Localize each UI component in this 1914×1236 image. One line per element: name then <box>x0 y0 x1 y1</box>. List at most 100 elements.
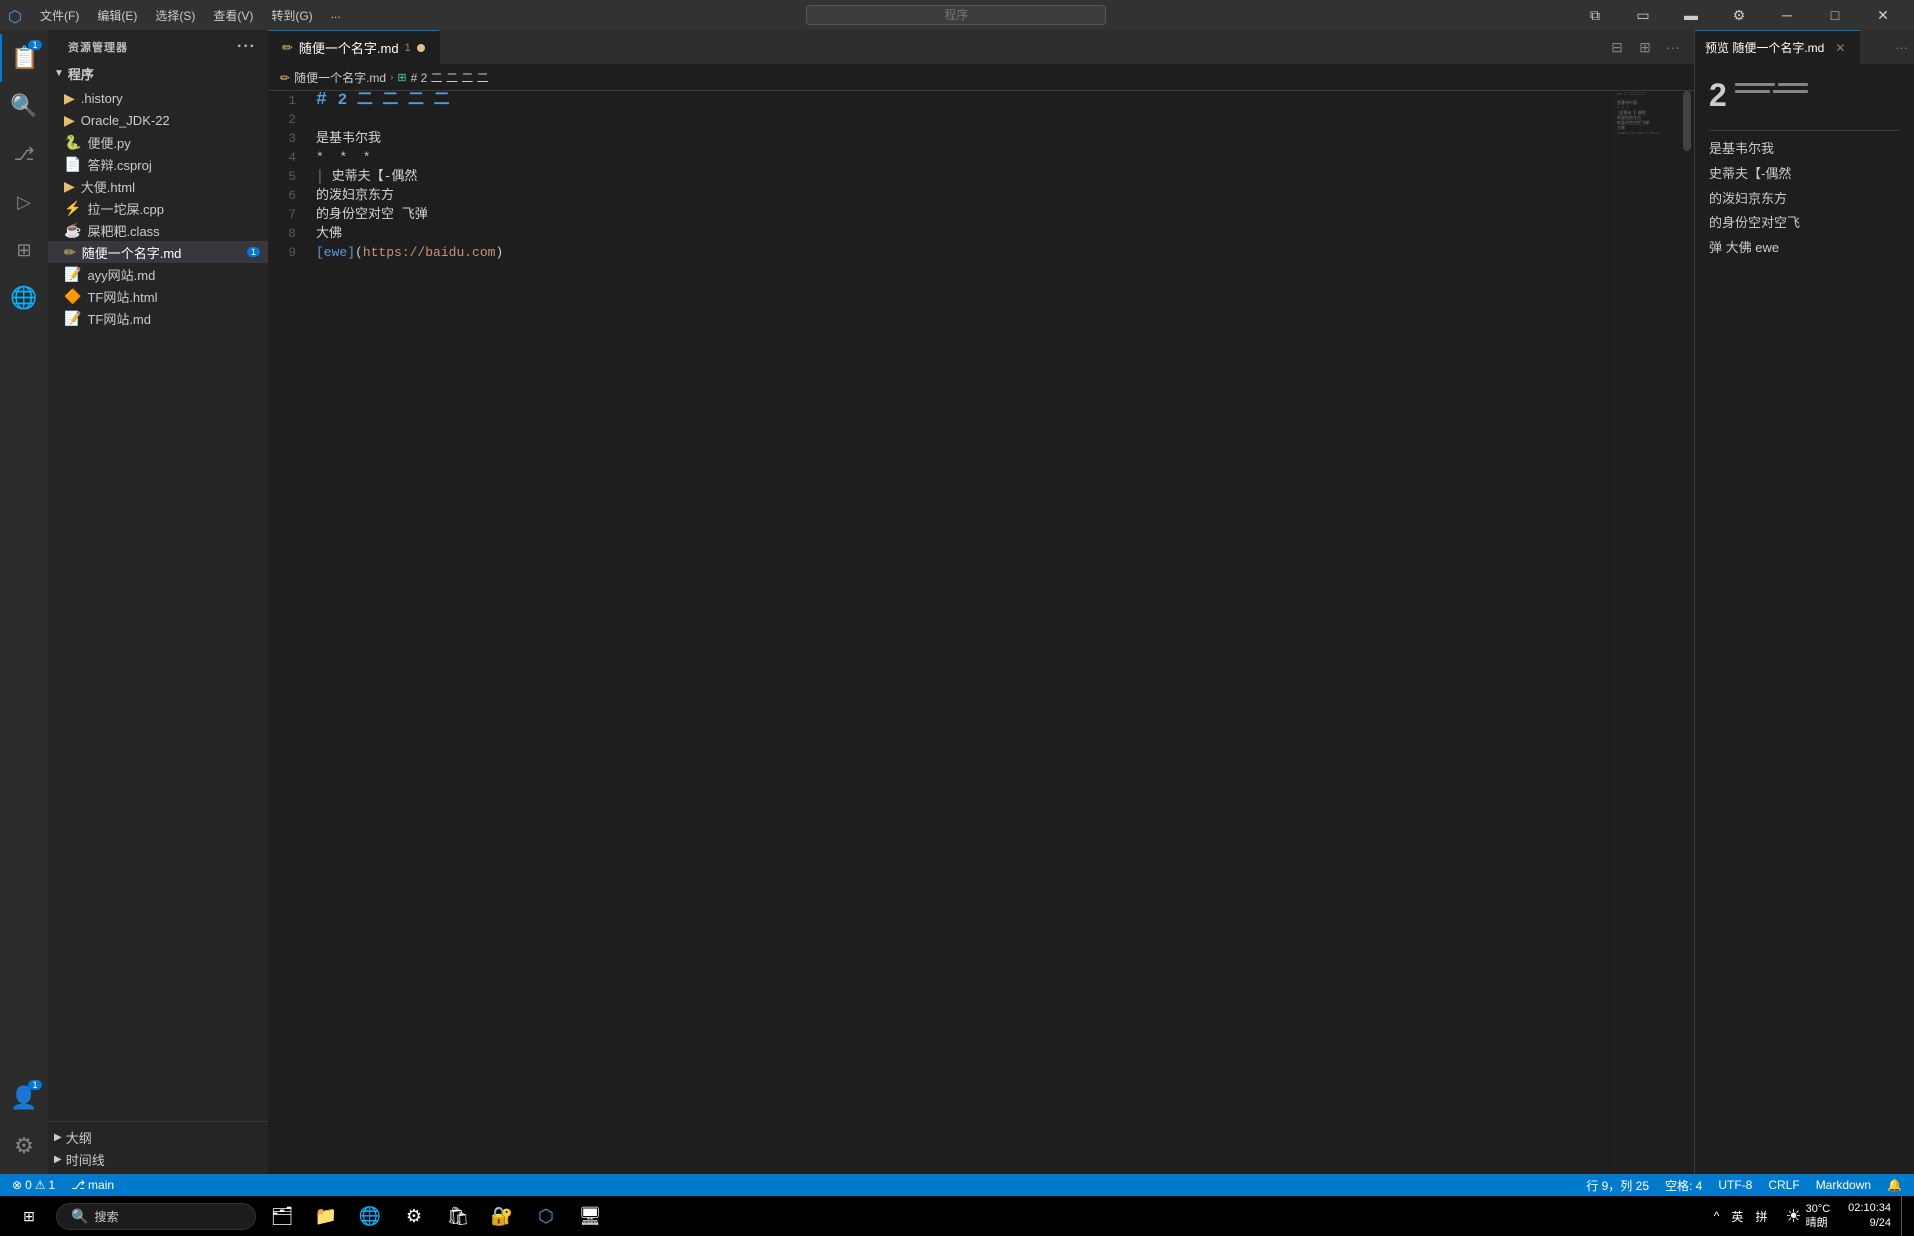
more-tabs-btn[interactable]: ··· <box>1660 34 1686 60</box>
line-ending-text: CRLF <box>1768 1178 1799 1192</box>
split-editor-btn[interactable]: ⊟ <box>1604 34 1630 60</box>
taskbar-edge-icon[interactable]: 🌐 <box>350 1196 390 1236</box>
window-split-btn[interactable]: ▭ <box>1620 0 1666 30</box>
activity-explorer[interactable]: 📋 1 <box>0 34 48 82</box>
taskbar-auth-icon[interactable]: 🔐 <box>482 1196 522 1236</box>
tab-bar: ✏ 随便一个名字.md 1 ⊟ ⊞ ··· <box>268 30 1694 65</box>
activity-search[interactable]: 🔍 <box>0 82 48 130</box>
titlebar: ⬡ 文件(F) 编辑(E) 选择(S) 查看(V) 转到(G) ... ⧉ ▭ … <box>0 0 1914 30</box>
menu-file[interactable]: 文件(F) <box>32 5 87 26</box>
taskbar-explorer-icon[interactable]: 📁 <box>306 1196 346 1236</box>
file-item-tfmd[interactable]: 📝 TF网站.md <box>48 307 268 329</box>
activity-extensions[interactable]: ⊞ <box>0 226 48 274</box>
sidebar-timeline[interactable]: ▶ 时间线 <box>48 1148 268 1170</box>
status-branch[interactable]: ⎇ main <box>67 1174 118 1196</box>
breadcrumb-file[interactable]: 随便一个名字.md <box>294 69 386 86</box>
window-layout-btn[interactable]: ⧉ <box>1572 0 1618 30</box>
menu-goto[interactable]: 转到(G) <box>263 5 320 26</box>
indent-text: 空格: 4 <box>1665 1177 1702 1194</box>
code-line-1: # 2 二 二 二 二 <box>316 91 1614 110</box>
file-name-oracle: Oracle_JDK-22 <box>81 113 260 128</box>
warning-count: 1 <box>49 1178 56 1192</box>
code-line-9: [ewe](https://baidu.com) <box>316 243 1614 262</box>
file-item-tfhtml[interactable]: 🔶 TF网站.html <box>48 285 268 307</box>
menu-more[interactable]: ... <box>323 5 349 26</box>
line-num-1: 1 <box>276 91 300 110</box>
editor-content[interactable]: 1 2 3 4 5 6 7 8 9 # 2 二 二 二 二 是基韦尔我 <box>268 91 1694 1174</box>
code-text-4: * * * <box>316 148 371 167</box>
taskbar: ⊞ 🔍 搜索 🗂 📁 🌐 ⚙ 🛍 🔐 ⬡ 🖥 ^ 英 拼 ☀ 30°C 晴朗 0… <box>0 1196 1914 1236</box>
weather-widget[interactable]: ☀ 30°C 晴朗 <box>1777 1202 1838 1231</box>
tab-number: 1 <box>405 42 411 54</box>
status-line-ending[interactable]: CRLF <box>1764 1174 1803 1196</box>
activity-source-control[interactable]: ⎇ <box>0 130 48 178</box>
split-vertical-btn[interactable]: ⊞ <box>1632 34 1658 60</box>
scrollbar-thumb[interactable] <box>1683 91 1691 151</box>
extensions-icon: ⊞ <box>16 240 31 261</box>
menu-bar: 文件(F) 编辑(E) 选择(S) 查看(V) 转到(G) ... <box>32 5 349 26</box>
code-text-7: 的身份空对空 飞弹 <box>316 205 428 224</box>
taskbar-settings-icon[interactable]: ⚙ <box>394 1196 434 1236</box>
line-num-4: 4 <box>276 148 300 167</box>
code-editor[interactable]: # 2 二 二 二 二 是基韦尔我 * * * │ 史蒂夫【-偶然 的泼妇京东方 <box>308 91 1614 1174</box>
tray-chevron[interactable]: ^ <box>1710 1196 1724 1236</box>
remote-icon: 🌐 <box>10 285 37 311</box>
preview-line-1 <box>1735 83 1775 86</box>
file-item-ayy[interactable]: 📝 ayy网站.md <box>48 263 268 285</box>
taskbar-vscode-icon[interactable]: ⬡ <box>526 1196 566 1236</box>
minimize-button[interactable]: ─ <box>1764 0 1810 30</box>
status-encoding[interactable]: UTF-8 <box>1714 1174 1756 1196</box>
taskbar-store-icon[interactable]: 🛍 <box>438 1196 478 1236</box>
maximize-button[interactable]: □ <box>1812 0 1858 30</box>
status-errors[interactable]: ⊗ 0 ⚠ 1 <box>8 1174 59 1196</box>
file-item-bianbian[interactable]: 🐍 便便.py <box>48 131 268 153</box>
preview-more-btn[interactable]: ··· <box>1889 40 1914 55</box>
sidebar-more-btn[interactable]: ··· <box>237 38 256 56</box>
sidebar-outline[interactable]: ▶ 大纲 <box>48 1126 268 1148</box>
file-item-class[interactable]: ☕ 屎粑粑.class <box>48 219 268 241</box>
file-item-random[interactable]: ✏ 随便一个名字.md 1 <box>48 241 268 263</box>
tray-lang-pin[interactable]: 拼 <box>1751 1196 1771 1236</box>
status-language[interactable]: Markdown <box>1812 1174 1875 1196</box>
cpp-file-icon: ⚡ <box>64 200 81 217</box>
window-panel-btn[interactable]: ▬ <box>1668 0 1714 30</box>
status-position[interactable]: 行 9，列 25 <box>1582 1174 1653 1196</box>
file-item-cpp[interactable]: ⚡ 拉一坨屎.cpp <box>48 197 268 219</box>
status-notification[interactable]: 🔔 <box>1883 1174 1906 1196</box>
window-settings-btn[interactable]: ⚙ <box>1716 0 1762 30</box>
activity-accounts[interactable]: 👤 1 <box>0 1074 48 1122</box>
code-link-paren-close: ) <box>495 243 503 262</box>
menu-select[interactable]: 选择(S) <box>147 5 203 26</box>
menu-view[interactable]: 查看(V) <box>205 5 261 26</box>
editor-tab-active[interactable]: ✏ 随便一个名字.md 1 <box>268 30 440 65</box>
activity-run[interactable]: ▷ <box>0 178 48 226</box>
preview-tab[interactable]: 预览 随便一个名字.md ✕ <box>1695 30 1860 65</box>
taskbar-files-icon[interactable]: 🗂 <box>262 1196 302 1236</box>
status-indent[interactable]: 空格: 4 <box>1661 1174 1706 1196</box>
sidebar-section-program[interactable]: ▼ 程序 <box>48 60 268 87</box>
taskbar-terminal-icon[interactable]: 🖥 <box>570 1196 610 1236</box>
file-item-dabian[interactable]: ▶ 大便.html <box>48 175 268 197</box>
start-button[interactable]: ⊞ <box>4 1196 54 1236</box>
taskbar-search[interactable]: 🔍 搜索 <box>56 1203 256 1230</box>
file-item-history[interactable]: ▶ .history <box>48 87 268 109</box>
preview-tab-close-btn[interactable]: ✕ <box>1830 38 1850 58</box>
activity-remote[interactable]: 🌐 <box>0 274 48 322</box>
show-desktop-btn[interactable] <box>1901 1196 1910 1236</box>
breadcrumb-section[interactable]: # 2 二 二 二 二 <box>411 69 489 86</box>
line-num-5: 5 <box>276 167 300 186</box>
file-item-oracle[interactable]: ▶ Oracle_JDK-22 <box>48 109 268 131</box>
menu-edit[interactable]: 编辑(E) <box>89 5 145 26</box>
taskbar-search-label: 搜索 <box>94 1208 118 1225</box>
file-name-tfhtml: TF网站.html <box>87 287 260 306</box>
close-button[interactable]: ✕ <box>1860 0 1906 30</box>
breadcrumb-sep1: › <box>390 72 393 83</box>
titlebar-search[interactable] <box>806 5 1106 25</box>
scrollbar-track[interactable] <box>1680 91 1694 1174</box>
activity-settings[interactable]: ⚙ <box>0 1122 48 1170</box>
file-item-daban[interactable]: 📄 答辩.csproj <box>48 153 268 175</box>
unsaved-badge: 1 <box>247 247 260 257</box>
chevron-right-icon: ▶ <box>54 1132 62 1143</box>
code-text-6: 的泼妇京东方 <box>316 186 394 205</box>
tray-lang-en[interactable]: 英 <box>1727 1196 1747 1236</box>
